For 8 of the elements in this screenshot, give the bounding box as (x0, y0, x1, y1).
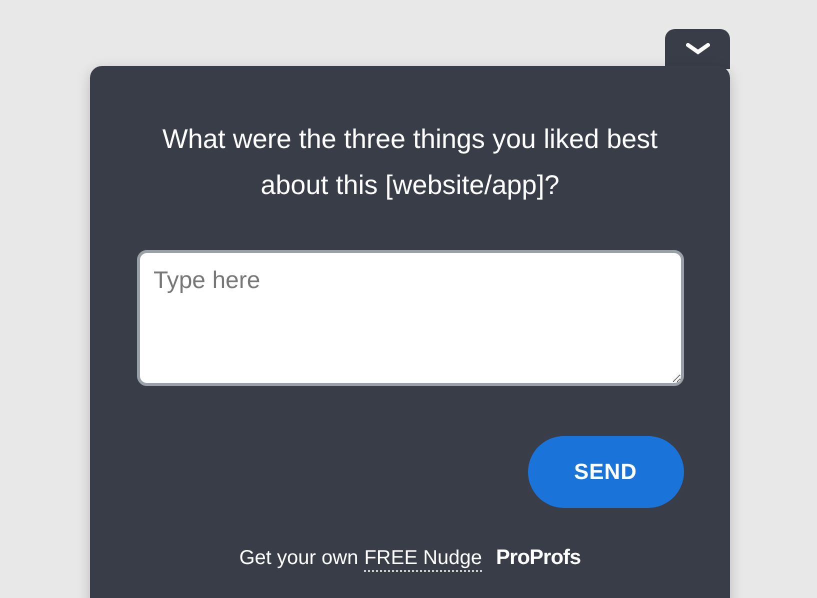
brand-logo[interactable]: ProProfs (496, 546, 581, 570)
question-text: What were the three things you liked best about this [website/app]? (161, 123, 659, 202)
answer-field[interactable]: Type here (136, 250, 684, 386)
footer-text: Get your own (239, 547, 358, 570)
chevron-down-icon (686, 43, 710, 55)
send-button[interactable]: SEND (528, 436, 684, 508)
free-nudge-link[interactable]: FREE Nudge (364, 547, 482, 572)
collapse-button[interactable] (665, 29, 730, 69)
